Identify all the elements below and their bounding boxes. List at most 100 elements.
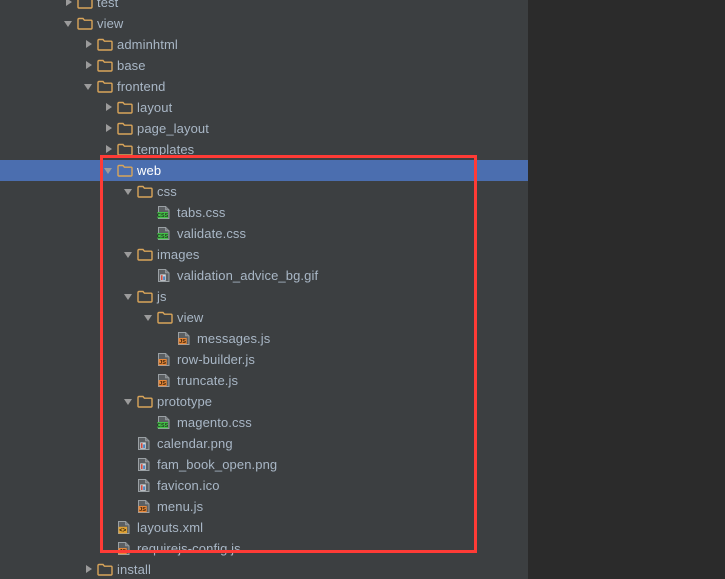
editor-area — [528, 0, 725, 579]
tree-row-label: menu.js — [157, 499, 204, 514]
tree-row-label: page_layout — [137, 121, 209, 136]
tree-row-label: adminhtml — [117, 37, 178, 52]
svg-text:JS: JS — [159, 360, 166, 366]
chevron-down-icon[interactable] — [62, 13, 77, 34]
chevron-down-icon[interactable] — [82, 76, 97, 97]
tree-twisty-placeholder — [142, 370, 157, 391]
tree-twisty-placeholder — [102, 538, 117, 559]
tree-twisty-placeholder — [122, 454, 137, 475]
tree-row-label: css — [157, 184, 177, 199]
chevron-down-icon[interactable] — [122, 286, 137, 307]
tree-twisty-placeholder — [142, 412, 157, 433]
folder-icon — [117, 160, 134, 181]
chevron-right-icon[interactable] — [102, 118, 117, 139]
tree-file-row[interactable]: JS menu.js — [0, 496, 528, 517]
tree-folder-row[interactable]: images — [0, 244, 528, 265]
tree-row-label: web — [137, 163, 162, 178]
tree-row-label: test — [97, 0, 119, 10]
tree-row-label: templates — [137, 142, 195, 157]
chevron-down-icon[interactable] — [142, 307, 157, 328]
tree-twisty-placeholder — [142, 202, 157, 223]
tree-folder-row[interactable]: adminhtml — [0, 34, 528, 55]
tree-row-label: fam_book_open.png — [157, 457, 278, 472]
tree-row-label: base — [117, 58, 146, 73]
chevron-right-icon[interactable] — [102, 139, 117, 160]
folder-icon — [137, 244, 154, 265]
folder-icon — [157, 307, 174, 328]
tree-folder-row[interactable]: view — [0, 13, 528, 34]
folder-icon — [97, 559, 114, 579]
tree-file-row[interactable]: CSS validate.css — [0, 223, 528, 244]
folder-icon — [117, 139, 134, 160]
svg-text:JS: JS — [119, 549, 126, 555]
tree-file-row[interactable]: CSS magento.css — [0, 412, 528, 433]
tree-row-label: images — [157, 247, 200, 262]
chevron-down-icon[interactable] — [122, 244, 137, 265]
tree-folder-row[interactable]: layout — [0, 97, 528, 118]
vertical-scrollbar-track[interactable] — [514, 0, 528, 579]
tree-file-row[interactable]: JS truncate.js — [0, 370, 528, 391]
folder-icon — [77, 0, 94, 13]
svg-text:JS: JS — [159, 381, 166, 387]
js-file-icon: JS — [177, 328, 194, 349]
tree-file-row[interactable]: JS messages.js — [0, 328, 528, 349]
tree-folder-row[interactable]: install — [0, 559, 528, 579]
tree-row-label: calendar.png — [157, 436, 233, 451]
tree-file-row[interactable]: validation_advice_bg.gif — [0, 265, 528, 286]
svg-text:CSS: CSS — [157, 234, 168, 240]
project-tree-panel[interactable]: test view adminhtml base frontend layout page_… — [0, 0, 528, 579]
js-file-icon: JS — [157, 370, 174, 391]
tree-file-row[interactable]: calendar.png — [0, 433, 528, 454]
tree-row-label: prototype — [157, 394, 213, 409]
svg-text:CSS: CSS — [157, 213, 168, 219]
chevron-right-icon[interactable] — [82, 559, 97, 579]
svg-text:JS: JS — [179, 339, 186, 345]
image-file-icon — [137, 454, 154, 475]
tree-row-label: tabs.css — [177, 205, 226, 220]
css-file-icon: CSS — [157, 223, 174, 244]
chevron-down-icon[interactable] — [122, 391, 137, 412]
project-tree-rows: test view adminhtml base frontend layout page_… — [0, 0, 528, 579]
image-file-icon — [137, 475, 154, 496]
folder-icon — [137, 181, 154, 202]
tree-folder-row[interactable]: prototype — [0, 391, 528, 412]
chevron-right-icon[interactable] — [102, 97, 117, 118]
svg-text:JS: JS — [139, 507, 146, 513]
tree-file-row[interactable]: JS row-builder.js — [0, 349, 528, 370]
tree-twisty-placeholder — [122, 475, 137, 496]
tree-folder-row[interactable]: web — [0, 160, 528, 181]
tree-file-row[interactable]: <> layouts.xml — [0, 517, 528, 538]
chevron-right-icon[interactable] — [82, 55, 97, 76]
tree-row-label: validate.css — [177, 226, 247, 241]
tree-file-row[interactable]: fam_book_open.png — [0, 454, 528, 475]
tree-folder-row[interactable]: test — [0, 0, 528, 13]
folder-icon — [137, 286, 154, 307]
image-file-icon — [137, 433, 154, 454]
tree-row-label: truncate.js — [177, 373, 239, 388]
tree-folder-row[interactable]: frontend — [0, 76, 528, 97]
tree-folder-row[interactable]: page_layout — [0, 118, 528, 139]
tree-row-label: favicon.ico — [157, 478, 220, 493]
tree-row-label: layout — [137, 100, 173, 115]
js-file-icon: JS — [137, 496, 154, 517]
tree-row-label: row-builder.js — [177, 352, 255, 367]
tree-row-label: view — [177, 310, 204, 325]
tree-row-label: view — [97, 16, 124, 31]
tree-folder-row[interactable]: css — [0, 181, 528, 202]
tree-file-row[interactable]: favicon.ico — [0, 475, 528, 496]
chevron-down-icon[interactable] — [102, 160, 117, 181]
folder-icon — [97, 34, 114, 55]
tree-folder-row[interactable]: base — [0, 55, 528, 76]
tree-folder-row[interactable]: js — [0, 286, 528, 307]
chevron-down-icon[interactable] — [122, 181, 137, 202]
tree-folder-row[interactable]: templates — [0, 139, 528, 160]
tree-file-row[interactable]: CSS tabs.css — [0, 202, 528, 223]
tree-row-label: requirejs-config.js — [137, 541, 241, 556]
tree-file-row[interactable]: JS requirejs-config.js — [0, 538, 528, 559]
folder-icon — [117, 97, 134, 118]
tree-twisty-placeholder — [122, 496, 137, 517]
tree-twisty-placeholder — [122, 433, 137, 454]
chevron-right-icon[interactable] — [62, 0, 77, 13]
tree-folder-row[interactable]: view — [0, 307, 528, 328]
chevron-right-icon[interactable] — [82, 34, 97, 55]
